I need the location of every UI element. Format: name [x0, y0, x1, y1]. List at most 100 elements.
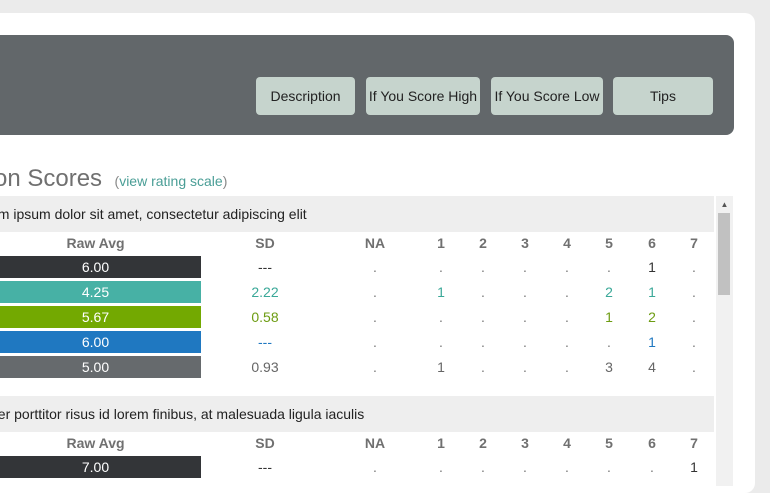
rating-1-count: .: [439, 459, 443, 475]
question-spacer: [0, 380, 714, 396]
rating-5-count: 2: [605, 284, 613, 300]
rating-6-header: 6: [648, 435, 656, 451]
rating-7-count: .: [692, 259, 696, 275]
section-heading: stion Scores (view rating scale): [0, 165, 227, 193]
rating-3-count: .: [523, 359, 527, 375]
rating-5-header: 5: [605, 435, 613, 451]
na-value: .: [373, 359, 377, 375]
rating-4-count: .: [565, 259, 569, 275]
rating-1-header: 1: [437, 235, 445, 251]
rating-3-count: .: [523, 259, 527, 275]
header-bar: Description If You Score High If You Sco…: [0, 35, 734, 135]
raw-avg-bar: 5.67: [0, 306, 201, 328]
rating-3-count: .: [523, 284, 527, 300]
question-text: ger porttitor risus id lorem finibus, at…: [0, 396, 714, 432]
column-header-row: Raw Avg SD NA 1 2 3 4 5 6 7: [0, 232, 714, 255]
raw-avg-bar: 6.00: [0, 256, 201, 278]
na-value: .: [373, 259, 377, 275]
table-row: 6.00 ---...... 1.: [0, 330, 714, 355]
scrollbar-thumb[interactable]: [718, 213, 730, 295]
sd-header: SD: [255, 235, 275, 251]
score-high-tab-button[interactable]: If You Score High: [366, 77, 480, 115]
rating-6-count: 1: [648, 334, 656, 350]
rating-5-header: 5: [605, 235, 613, 251]
rating-6-count: 4: [648, 359, 656, 375]
sd-value: ---: [258, 334, 272, 350]
raw-avg-bar: 4.25: [0, 281, 201, 303]
score-low-tab-button[interactable]: If You Score Low: [491, 77, 603, 115]
rating-4-count: .: [565, 459, 569, 475]
sd-value: 0.93: [251, 359, 279, 375]
column-header-row: Raw Avg SD NA 1 2 3 4 5 6 7: [0, 432, 714, 455]
rating-6-count: .: [650, 459, 654, 475]
rating-1-count: .: [439, 259, 443, 275]
rating-7-count: .: [692, 334, 696, 350]
tips-tab-button[interactable]: Tips: [613, 77, 713, 115]
rating-scale-note: (view rating scale): [114, 173, 228, 189]
rating-7-count: .: [692, 309, 696, 325]
rating-6-count: 2: [648, 309, 656, 325]
rating-3-count: .: [523, 459, 527, 475]
rating-1-count: 1: [437, 284, 445, 300]
rating-4-count: .: [565, 334, 569, 350]
rating-4-count: .: [565, 284, 569, 300]
sd-value: 2.22: [251, 284, 279, 300]
rating-2-count: .: [481, 309, 485, 325]
raw-avg-bar: 5.00: [0, 356, 201, 378]
rating-2-count: .: [481, 359, 485, 375]
na-value: .: [373, 334, 377, 350]
rating-4-count: .: [565, 359, 569, 375]
rating-7-count: .: [692, 359, 696, 375]
rating-7-count: 1: [690, 459, 698, 475]
question-text: em ipsum dolor sit amet, consectetur adi…: [0, 196, 714, 232]
rating-6-header: 6: [648, 235, 656, 251]
rating-3-header: 3: [521, 235, 529, 251]
raw-avg-header: Raw Avg: [66, 235, 125, 251]
rating-1-count: 1: [437, 359, 445, 375]
rating-5-count: .: [607, 459, 611, 475]
rating-7-header: 7: [690, 235, 698, 251]
rating-5-count: 3: [605, 359, 613, 375]
na-header: NA: [364, 235, 386, 251]
rating-7-header: 7: [690, 435, 698, 451]
table-row: 7.00 ---....... 1: [0, 455, 714, 480]
rating-3-count: .: [523, 309, 527, 325]
rating-7-count: .: [692, 284, 696, 300]
rating-2-header: 2: [479, 435, 487, 451]
rating-2-count: .: [481, 259, 485, 275]
rating-3-count: .: [523, 334, 527, 350]
rating-4-count: .: [565, 309, 569, 325]
rating-2-count: .: [481, 334, 485, 350]
sd-value: 0.58: [251, 309, 279, 325]
sd-header: SD: [255, 435, 275, 451]
section-title: stion Scores: [0, 165, 103, 192]
table-row: 4.25 2.22. 1... 2 1.: [0, 280, 714, 305]
scroll-up-arrow-icon[interactable]: ▲: [716, 196, 733, 213]
rating-1-count: .: [439, 334, 443, 350]
rating-2-count: .: [481, 284, 485, 300]
rating-1-header: 1: [437, 435, 445, 451]
main-card: Description If You Score High If You Sco…: [0, 13, 755, 493]
rating-2-header: 2: [479, 235, 487, 251]
table-row: 5.00 0.93. 1... 3 4.: [0, 355, 714, 380]
raw-avg-bar: 6.00: [0, 331, 201, 353]
rating-5-count: 1: [605, 309, 613, 325]
na-value: .: [373, 309, 377, 325]
rating-4-header: 4: [563, 235, 571, 251]
sd-value: ---: [258, 259, 272, 275]
rating-6-count: 1: [648, 259, 656, 275]
question-scores-list: em ipsum dolor sit amet, consectetur adi…: [0, 196, 714, 486]
table-row: 5.67 0.58..... 1 2.: [0, 305, 714, 330]
raw-avg-bar: 7.00: [0, 456, 201, 478]
view-rating-scale-link[interactable]: view rating scale: [119, 173, 223, 189]
rating-4-header: 4: [563, 435, 571, 451]
rating-2-count: .: [481, 459, 485, 475]
vertical-scrollbar[interactable]: ▲: [716, 196, 733, 486]
raw-avg-header: Raw Avg: [66, 435, 125, 451]
na-header: NA: [364, 435, 386, 451]
rating-6-count: 1: [648, 284, 656, 300]
rating-3-header: 3: [521, 435, 529, 451]
na-value: .: [373, 459, 377, 475]
na-value: .: [373, 284, 377, 300]
description-tab-button[interactable]: Description: [256, 77, 355, 115]
